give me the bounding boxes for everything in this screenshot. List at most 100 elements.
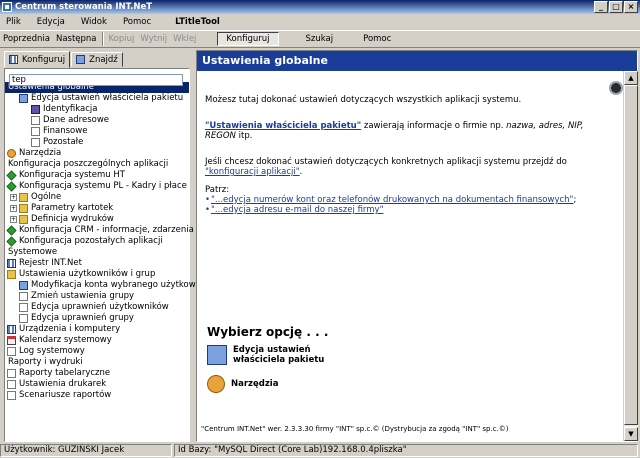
- tree-item[interactable]: Konfiguracja systemu PL - Kadry i płace: [5, 181, 189, 192]
- navigation-tree: Ustawienia globalne Edycja ustawień właśc…: [5, 82, 213, 401]
- option-owner-label: Edycja ustawień właściciela pakietu: [233, 345, 324, 365]
- menu-widok[interactable]: Widok: [81, 17, 107, 27]
- document-icon: [7, 369, 16, 378]
- tree-item[interactable]: Scenariusze raportów: [5, 390, 189, 401]
- menu-edycja[interactable]: Edycja: [37, 17, 65, 27]
- scroll-thumb[interactable]: [624, 85, 638, 425]
- tree-item[interactable]: + Parametry kartotek: [5, 203, 189, 214]
- tree-item[interactable]: Urządzenia i komputery: [5, 324, 189, 335]
- tree-item[interactable]: Pozostałe: [5, 137, 189, 148]
- option-owner-settings[interactable]: Edycja ustawień właściciela pakietu: [207, 345, 324, 365]
- tree-item[interactable]: Modyfikacja konta wybranego użytkownika: [5, 280, 213, 291]
- title-bar[interactable]: Centrum sterowania INT.NeT _ □ ×: [0, 0, 640, 14]
- see-link-2-row: • "...edycja adresu e-mail do naszej fir…: [205, 205, 383, 215]
- tree-item[interactable]: Konfiguracja poszczególnych aplikacji: [5, 159, 189, 170]
- window-title: Centrum sterowania INT.NeT: [15, 2, 153, 12]
- tree-item[interactable]: Narzędzia: [5, 148, 189, 159]
- calendar-icon: [7, 336, 16, 345]
- tab-configure[interactable]: Konfiguruj: [4, 51, 71, 68]
- configure-button[interactable]: Konfiguruj: [217, 32, 279, 46]
- green-diamond-icon: [6, 181, 17, 192]
- specific-paragraph: Jeśli chcesz dokonać ustawień dotyczącyc…: [205, 157, 605, 177]
- option1-line2: właściciela pakietu: [233, 355, 325, 365]
- accounts-phones-link[interactable]: "...edycja numerów kont oraz telefonów d…: [205, 195, 573, 205]
- tree-item[interactable]: Dane adresowe: [5, 115, 189, 126]
- tree-item-label: Konfiguracja poszczególnych aplikacji: [8, 159, 169, 169]
- tree-item[interactable]: Rejestr INT.Net: [5, 258, 189, 269]
- tree-item[interactable]: Edycja uprawnień grupy: [5, 313, 189, 324]
- folder-icon: [19, 204, 28, 213]
- tree-item[interactable]: Konfiguracja systemu HT: [5, 170, 189, 181]
- tree-item[interactable]: Konfiguracja CRM - informacje, zdarzenia: [5, 225, 194, 236]
- tree-item-label: Scenariusze raportów: [19, 390, 112, 400]
- close-button[interactable]: ×: [624, 1, 638, 13]
- tree-item[interactable]: Edycja uprawnień użytkowników: [5, 302, 189, 313]
- tree-item[interactable]: + Ogólne: [5, 192, 189, 203]
- edit-icon: [19, 281, 28, 290]
- tree-item[interactable]: Edycja ustawień właściciela pakietu: [5, 93, 189, 104]
- owner-paragraph: "Ustawienia właściciela pakietu" zawiera…: [205, 121, 585, 141]
- tree-item-label: Konfiguracja pozostałych aplikacji: [19, 236, 163, 246]
- tree-item[interactable]: Ustawienia użytkowników i grup: [5, 269, 189, 280]
- tree-item[interactable]: Systemowe: [5, 247, 189, 258]
- tree-item-label: Edycja ustawień właściciela pakietu: [31, 93, 184, 103]
- intro-text: Możesz tutaj dokonać ustawień dotyczącyc…: [205, 95, 522, 105]
- owner-settings-link[interactable]: "Ustawienia właściciela pakietu": [205, 121, 361, 131]
- tree-item[interactable]: Raporty tabelaryczne: [5, 368, 189, 379]
- tree-item[interactable]: Finansowe: [5, 126, 189, 137]
- tree-item-label: Konfiguracja CRM - informacje, zdarzenia: [19, 225, 194, 235]
- paste-button[interactable]: Wklej: [170, 34, 199, 44]
- tree-item[interactable]: Konfiguracja pozostałych aplikacji: [5, 236, 189, 247]
- help-button[interactable]: Pomoc: [360, 34, 394, 44]
- book-icon: [31, 105, 40, 114]
- toolbar-separator: [101, 32, 104, 46]
- expand-icon[interactable]: +: [10, 205, 17, 212]
- green-diamond-icon: [6, 225, 17, 236]
- content-panel: Ustawienia globalne ▲ ▼ Możesz tutaj dok…: [196, 50, 638, 442]
- tools-icon: [7, 149, 16, 158]
- maximize-button[interactable]: □: [609, 1, 623, 13]
- back-button[interactable]: Poprzednia: [0, 34, 53, 44]
- app-config-link[interactable]: "konfiguracji aplikacji": [205, 167, 300, 177]
- tree-item[interactable]: Identyfikacja: [5, 104, 189, 115]
- tree-item[interactable]: Raporty i wydruki: [5, 357, 189, 368]
- owner-italic-1: nazwa, adres, NIP,: [506, 121, 584, 131]
- tree-item-label: Edycja uprawnień grupy: [31, 313, 134, 323]
- tree-item[interactable]: Kalendarz systemowy: [5, 335, 189, 346]
- search-button[interactable]: Szukaj: [303, 34, 337, 44]
- tree-item[interactable]: Ustawienia drukarek: [5, 379, 189, 390]
- tree-item-label: Ustawienia drukarek: [19, 379, 107, 389]
- expand-icon[interactable]: +: [10, 194, 17, 201]
- tab-find-label: Znajdź: [89, 54, 118, 65]
- tree-container[interactable]: Ustawienia globalne Edycja ustawień właśc…: [4, 68, 213, 442]
- minimize-button[interactable]: _: [594, 1, 608, 13]
- ltitle-label: LTitleTool: [175, 17, 220, 27]
- tree-item-label: Finansowe: [43, 126, 88, 136]
- panel-header: Ustawienia globalne: [197, 51, 637, 71]
- menu-bar: Plik Edycja Widok Pomoc LTitleTool: [0, 14, 640, 30]
- copy-button[interactable]: Kopiuj: [106, 34, 138, 44]
- tree-item-label: Identyfikacja: [43, 104, 98, 114]
- tree-item[interactable]: Log systemowy: [5, 346, 189, 357]
- see-label: Patrz:: [205, 185, 230, 195]
- vertical-scrollbar[interactable]: ▲ ▼: [623, 71, 638, 441]
- menu-plik[interactable]: Plik: [6, 17, 21, 27]
- option-tools[interactable]: Narzędzia: [207, 375, 278, 393]
- expand-icon[interactable]: +: [10, 216, 17, 223]
- tree-item[interactable]: + Definicja wydruków: [5, 214, 189, 225]
- registry-icon: [7, 325, 16, 334]
- tree-item[interactable]: Zmień ustawienia grupy: [5, 291, 189, 302]
- specific-text: Jeśli chcesz dokonać ustawień dotyczącyc…: [205, 157, 567, 167]
- tree-item-label: Pozostałe: [43, 137, 84, 147]
- email-link[interactable]: "...edycja adresu e-mail do naszej firmy…: [205, 205, 383, 215]
- tree-item-label: Zmień ustawienia grupy: [31, 291, 135, 301]
- menu-pomoc[interactable]: Pomoc: [123, 17, 151, 27]
- tab-find[interactable]: Znajdź: [71, 52, 123, 67]
- owner-italic-2: REGON: [205, 131, 236, 141]
- cut-button[interactable]: Wytnij: [137, 34, 170, 44]
- scroll-up-arrow[interactable]: ▲: [624, 71, 638, 85]
- filter-input[interactable]: tep: [9, 74, 183, 86]
- document-icon: [31, 116, 40, 125]
- next-button[interactable]: Następna: [53, 34, 100, 44]
- scroll-down-arrow[interactable]: ▼: [624, 427, 638, 441]
